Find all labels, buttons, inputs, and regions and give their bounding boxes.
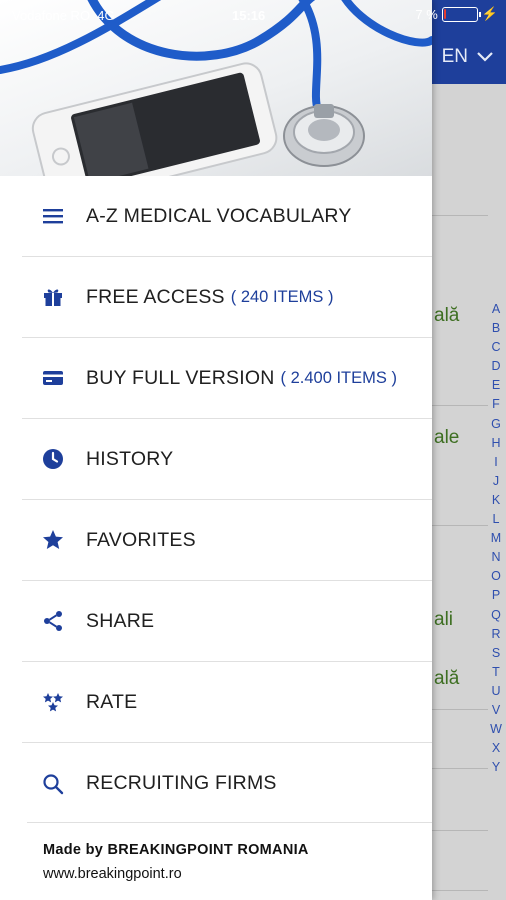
index-letter[interactable]: M xyxy=(491,529,501,548)
menu-item-rate[interactable]: RATE xyxy=(22,662,432,743)
drawer-menu: A-Z MEDICAL VOCABULARY FREE ACCESS ( 240… xyxy=(22,176,432,824)
language-label: EN xyxy=(441,46,468,67)
battery-percent: 7 % xyxy=(415,6,438,22)
index-letter[interactable]: P xyxy=(492,586,500,605)
clock: 15:16 xyxy=(232,8,266,23)
index-letter[interactable]: J xyxy=(493,472,499,491)
language-selector[interactable]: EN xyxy=(442,46,494,68)
menu-item-label: FREE ACCESS xyxy=(86,285,225,308)
list-item-word[interactable]: ală xyxy=(434,305,459,327)
menu-item-buy-full-version[interactable]: BUY FULL VERSION ( 2.400 ITEMS ) xyxy=(22,338,432,419)
carrier-label: Vodafone RO 4G xyxy=(12,8,115,23)
menu-item-label: RATE xyxy=(86,690,138,713)
index-letter[interactable]: X xyxy=(492,739,500,758)
menu-item-label: HISTORY xyxy=(86,447,174,470)
index-letter[interactable]: S xyxy=(492,644,500,663)
clock-icon xyxy=(40,446,66,472)
index-letter[interactable]: C xyxy=(491,338,500,357)
index-letter[interactable]: K xyxy=(492,491,500,510)
status-bar: Vodafone RO 4G 15:16 7 % ⚡ xyxy=(0,0,506,28)
menu-item-vocabulary[interactable]: A-Z MEDICAL VOCABULARY xyxy=(22,176,432,257)
menu-item-label: A-Z MEDICAL VOCABULARY xyxy=(86,204,352,227)
menu-item-label: BUY FULL VERSION xyxy=(86,366,275,389)
index-letter[interactable]: F xyxy=(492,395,500,414)
index-letter[interactable]: I xyxy=(494,453,497,472)
navigation-drawer: A-Z MEDICAL VOCABULARY FREE ACCESS ( 240… xyxy=(0,0,432,900)
drawer-footer: Made by BREAKINGPOINT ROMANIA www.breaki… xyxy=(27,822,432,900)
index-letter[interactable]: A xyxy=(492,300,500,319)
list-divider xyxy=(432,215,488,216)
website-link[interactable]: www.breakingpoint.ro xyxy=(43,866,432,882)
item-count: ( 2.400 ITEMS ) xyxy=(280,368,397,387)
index-letter[interactable]: B xyxy=(492,319,500,338)
index-letter[interactable]: G xyxy=(491,415,501,434)
list-divider xyxy=(432,709,488,710)
list-divider xyxy=(432,890,488,891)
index-letter[interactable]: U xyxy=(491,682,500,701)
battery-icon xyxy=(441,6,481,22)
menu-item-history[interactable]: HISTORY xyxy=(22,419,432,500)
menu-item-favorites[interactable]: FAVORITES xyxy=(22,500,432,581)
menu-item-label: SHARE xyxy=(86,609,155,632)
index-letter[interactable]: Y xyxy=(492,758,500,777)
list-item-word[interactable]: ale xyxy=(434,427,459,449)
search-icon xyxy=(40,771,66,797)
item-count: ( 240 ITEMS ) xyxy=(230,287,334,306)
list-item-word[interactable]: ali xyxy=(434,609,453,631)
menu-item-recruiting-firms[interactable]: RECRUITING FIRMS xyxy=(22,743,432,824)
share-icon xyxy=(40,608,66,634)
star-icon xyxy=(40,527,66,553)
list-divider xyxy=(432,830,488,831)
index-letter[interactable]: V xyxy=(492,701,500,720)
index-letter[interactable]: D xyxy=(491,357,500,376)
index-letter[interactable]: E xyxy=(492,376,500,395)
credit-card-icon xyxy=(40,365,66,391)
alphabet-index[interactable]: ABCDEFGHIJKLMNOPQRSTUVWXY xyxy=(489,300,503,777)
menu-item-label: RECRUITING FIRMS xyxy=(86,772,277,794)
index-letter[interactable]: O xyxy=(491,567,501,586)
index-letter[interactable]: H xyxy=(491,434,500,453)
index-letter[interactable]: L xyxy=(493,510,500,529)
stars-icon xyxy=(40,689,66,715)
index-letter[interactable]: W xyxy=(490,720,502,739)
list-item-word[interactable]: ală xyxy=(434,668,459,690)
list-divider xyxy=(432,405,488,406)
index-letter[interactable]: T xyxy=(492,663,500,682)
index-letter[interactable]: R xyxy=(491,625,500,644)
battery-indicator: 7 % ⚡ xyxy=(415,6,498,22)
charging-bolt-icon: ⚡ xyxy=(481,6,498,21)
menu-item-label: FAVORITES xyxy=(86,528,196,551)
index-letter[interactable]: N xyxy=(491,548,500,567)
list-divider xyxy=(432,525,488,526)
menu-icon xyxy=(40,203,66,229)
made-by-text: Made by BREAKINGPOINT ROMANIA xyxy=(43,842,309,858)
chevron-down-icon xyxy=(477,52,493,62)
index-letter[interactable]: Q xyxy=(491,606,501,625)
menu-item-free-access[interactable]: FREE ACCESS ( 240 ITEMS ) xyxy=(22,257,432,338)
list-divider xyxy=(432,768,488,769)
menu-item-share[interactable]: SHARE xyxy=(22,581,432,662)
gift-icon xyxy=(40,284,66,310)
